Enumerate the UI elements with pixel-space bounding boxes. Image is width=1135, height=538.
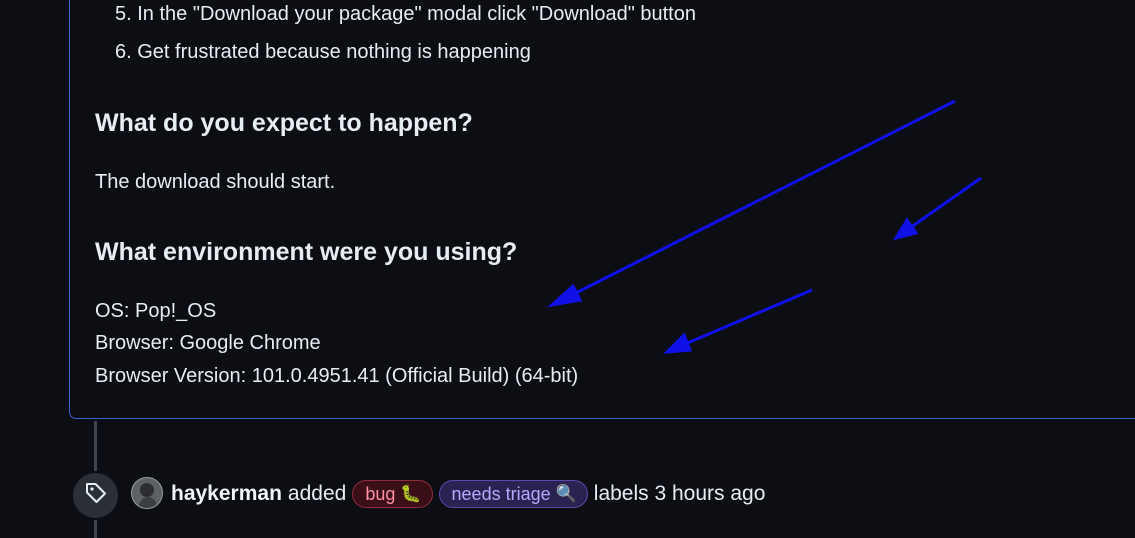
annotation-arrow: [567, 99, 956, 299]
annotation-arrows: [547, 99, 982, 354]
annotation-arrow: [682, 288, 813, 347]
annotation-arrow: [906, 176, 982, 232]
arrowhead-icon: [547, 283, 583, 308]
arrowhead-icon: [892, 217, 919, 241]
arrowhead-icon: [663, 332, 693, 354]
